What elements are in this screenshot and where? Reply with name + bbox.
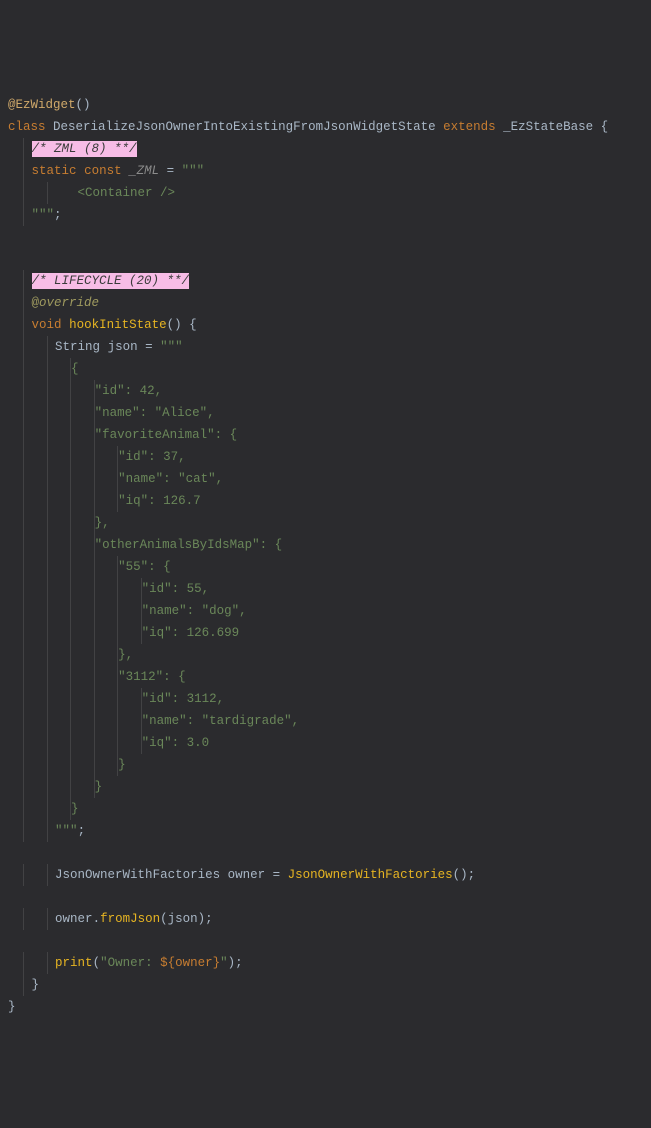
string-content: } [118, 758, 126, 772]
string-content: "id": 55, [142, 582, 210, 596]
method-fromjson: fromJson [100, 912, 160, 926]
code-line [8, 886, 651, 908]
code-line: "name": "cat", [8, 468, 651, 490]
string-open: """ [160, 340, 183, 354]
code-line [8, 226, 651, 248]
string-close: """ [32, 208, 55, 222]
string-content: }, [118, 648, 133, 662]
code-line: """; [8, 820, 651, 842]
code-line: } [8, 754, 651, 776]
string-content: } [95, 780, 103, 794]
code-line: "id": 55, [8, 578, 651, 600]
code-line: static const _ZML = """ [8, 160, 651, 182]
string-content: "name": "cat", [118, 472, 223, 486]
code-line: } [8, 798, 651, 820]
field-zml: _ZML [129, 164, 159, 178]
code-line: }, [8, 512, 651, 534]
string-interpolation: ${owner} [160, 956, 220, 970]
string-content: "Owner: [100, 956, 160, 970]
string-content: "name": "Alice", [95, 406, 215, 420]
code-line: { [8, 358, 651, 380]
code-line: "iq": 126.699 [8, 622, 651, 644]
code-line [8, 248, 651, 270]
function-print: print [55, 956, 93, 970]
string-content: "iq": 3.0 [142, 736, 210, 750]
code-line: "otherAnimalsByIdsMap": { [8, 534, 651, 556]
string-close: """ [55, 824, 78, 838]
keyword-class: class [8, 120, 46, 134]
code-line: "55": { [8, 556, 651, 578]
code-line: owner.fromJson(json); [8, 908, 651, 930]
code-line: } [8, 974, 651, 996]
section-comment-lifecycle: /* LIFECYCLE (20) **/ [32, 273, 190, 289]
base-class-name: _EzStateBase [503, 120, 593, 134]
annotation-override: override [39, 296, 99, 310]
keyword-void: void [32, 318, 62, 332]
keyword-const: const [84, 164, 122, 178]
var-owner: owner [228, 868, 266, 882]
code-line: "id": 42, [8, 380, 651, 402]
code-line: } [8, 996, 651, 1018]
type-string: String [55, 340, 100, 354]
keyword-extends: extends [443, 120, 496, 134]
annotation: @EzWidget [8, 98, 76, 112]
constructor-call: JsonOwnerWithFactories [288, 868, 453, 882]
code-line: "favoriteAnimal": { [8, 424, 651, 446]
string-content: "iq": 126.699 [142, 626, 240, 640]
code-line: print("Owner: ${owner}"); [8, 952, 651, 974]
section-comment-zml: /* ZML (8) **/ [32, 141, 137, 157]
code-line: "3112": { [8, 666, 651, 688]
code-line: @override [8, 292, 651, 314]
brace-close: } [32, 978, 40, 992]
code-line: class DeserializeJsonOwnerIntoExistingFr… [8, 116, 651, 138]
keyword-static: static [32, 164, 77, 178]
string-content: "id": 3112, [142, 692, 225, 706]
code-line: void hookInitState() { [8, 314, 651, 336]
code-line: "id": 37, [8, 446, 651, 468]
string-content: "id": 37, [118, 450, 186, 464]
string-content: "id": 42, [95, 384, 163, 398]
string-content: } [71, 802, 79, 816]
code-line: JsonOwnerWithFactories owner = JsonOwner… [8, 864, 651, 886]
string-content: { [71, 362, 79, 376]
code-line: @EzWidget() [8, 94, 651, 116]
code-line: } [8, 776, 651, 798]
string-content: "otherAnimalsByIdsMap": { [95, 538, 283, 552]
code-line: String json = """ [8, 336, 651, 358]
string-content: "favoriteAnimal": { [95, 428, 238, 442]
var-json: json [108, 340, 138, 354]
code-line: }, [8, 644, 651, 666]
code-line: /* LIFECYCLE (20) **/ [8, 270, 651, 292]
string-content: }, [95, 516, 110, 530]
string-content: <Container /> [48, 186, 176, 200]
brace-close: } [8, 1000, 16, 1014]
type-owner: JsonOwnerWithFactories [55, 868, 220, 882]
code-line: "name": "tardigrade", [8, 710, 651, 732]
code-line: <Container /> [8, 182, 651, 204]
code-line: """; [8, 204, 651, 226]
code-line: "name": "Alice", [8, 402, 651, 424]
string-content: " [220, 956, 228, 970]
code-line [8, 930, 651, 952]
code-line: "iq": 3.0 [8, 732, 651, 754]
class-name: DeserializeJsonOwnerIntoExistingFromJson… [53, 120, 436, 134]
string-content: "name": "dog", [142, 604, 247, 618]
paren: () [76, 98, 91, 112]
code-line: /* ZML (8) **/ [8, 138, 651, 160]
code-line: "name": "dog", [8, 600, 651, 622]
string-content: "name": "tardigrade", [142, 714, 300, 728]
code-line [8, 842, 651, 864]
code-line: "iq": 126.7 [8, 490, 651, 512]
code-editor: @EzWidget()class DeserializeJsonOwnerInt… [8, 94, 651, 1018]
code-line: "id": 3112, [8, 688, 651, 710]
string-content: "55": { [118, 560, 171, 574]
string-content: "3112": { [118, 670, 186, 684]
function-name: hookInitState [69, 318, 167, 332]
string-content: "iq": 126.7 [118, 494, 201, 508]
string-open: """ [182, 164, 205, 178]
